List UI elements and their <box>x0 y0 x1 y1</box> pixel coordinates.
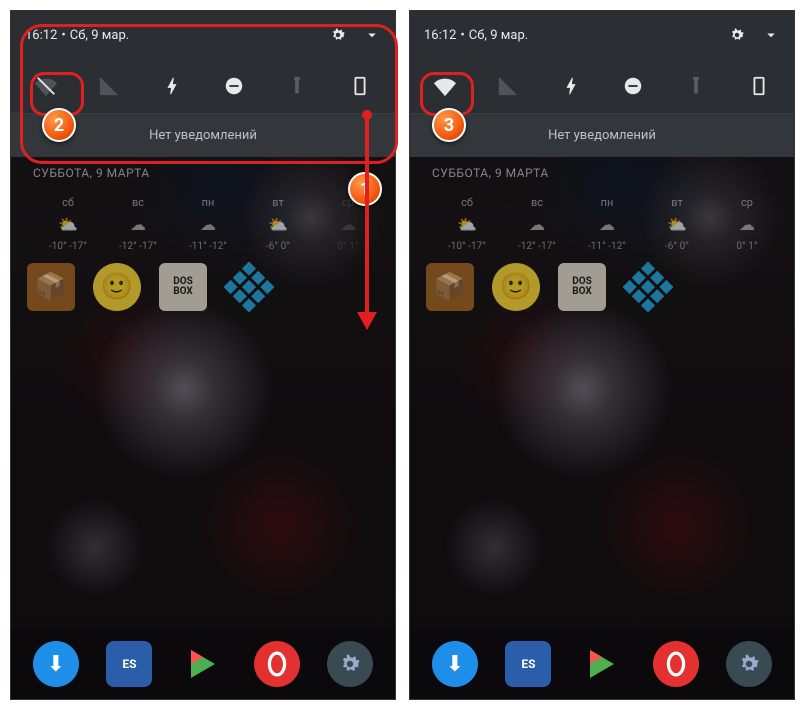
app-icon-1[interactable]: 📦 <box>426 263 474 311</box>
dock: ⬇ ES <box>11 629 395 699</box>
shade-date: Сб, 9 мар. <box>70 28 129 43</box>
home-apps-row: 📦 🙂 DOSBOX <box>426 263 672 311</box>
app-icon-dosbox[interactable]: DOSBOX <box>558 263 606 311</box>
qs-wifi-toggle[interactable] <box>431 72 459 100</box>
forecast-day: вс☁-12° -17° <box>502 196 572 253</box>
qs-dnd-toggle[interactable] <box>220 72 248 100</box>
forecast-day: сб⛅-10° -17° <box>33 196 103 253</box>
dock-downloads[interactable]: ⬇ <box>432 641 478 687</box>
notification-shade[interactable]: 16:12 • Сб, 9 мар. Нет уведомлений <box>410 11 794 157</box>
chevron-down-icon[interactable] <box>363 26 381 44</box>
quick-settings-row <box>410 59 794 113</box>
dock: ⬇ ES <box>410 629 794 699</box>
app-icon-dosbox[interactable]: DOSBOX <box>159 263 207 311</box>
qs-rotation-toggle[interactable] <box>745 72 773 100</box>
quick-settings-row <box>11 59 395 113</box>
shade-date: Сб, 9 мар. <box>469 28 528 43</box>
shade-time: 16:12 <box>25 28 57 43</box>
dock-settings[interactable] <box>327 641 373 687</box>
forecast-row: сб⛅-10° -17° вс☁-12° -17° пн☁-11° -12° в… <box>432 196 782 253</box>
gear-icon[interactable] <box>728 26 746 44</box>
home-apps-row: 📦 🙂 DOSBOX <box>27 263 273 311</box>
dock-opera[interactable] <box>653 641 699 687</box>
forecast-day: пн☁-11° -12° <box>572 196 642 253</box>
no-notifications-label: Нет уведомлений <box>11 113 395 157</box>
app-icon-1[interactable]: 📦 <box>27 263 75 311</box>
shade-sep: • <box>61 28 65 43</box>
dock-es-explorer[interactable]: ES <box>106 641 152 687</box>
shade-header: 16:12 • Сб, 9 мар. <box>410 11 794 59</box>
no-notifications-label: Нет уведомлений <box>410 113 794 157</box>
dock-es-explorer[interactable]: ES <box>505 641 551 687</box>
app-icon-tiles[interactable] <box>225 263 273 311</box>
chevron-down-icon[interactable] <box>762 26 780 44</box>
clock-date: СУББОТА, 9 МАРТА <box>432 166 782 180</box>
shade-header: 16:12 • Сб, 9 мар. <box>11 11 395 59</box>
dock-play-store[interactable] <box>579 641 625 687</box>
forecast-day: ср☁0° 1° <box>712 196 782 253</box>
qs-cellular-toggle[interactable] <box>494 72 522 100</box>
dock-settings[interactable] <box>726 641 772 687</box>
shade-time: 16:12 <box>424 28 456 43</box>
shade-sep: • <box>460 28 464 43</box>
qs-battery-saver-toggle[interactable] <box>158 72 186 100</box>
forecast-day: ср☁0° 1° <box>313 196 383 253</box>
qs-cellular-toggle[interactable] <box>95 72 123 100</box>
app-icon-smiley[interactable]: 🙂 <box>93 263 141 311</box>
notification-shade[interactable]: 16:12 • Сб, 9 мар. Нет уведомлений <box>11 11 395 157</box>
phone-right: 16:12 СУББОТА, 9 МАРТА ⛅ -2° сб⛅-10° -17… <box>409 10 795 700</box>
dock-play-store[interactable] <box>180 641 226 687</box>
forecast-day: сб⛅-10° -17° <box>432 196 502 253</box>
forecast-day: пн☁-11° -12° <box>173 196 243 253</box>
dock-downloads[interactable]: ⬇ <box>33 641 79 687</box>
forecast-row: сб⛅-10° -17° вс☁-12° -17° пн☁-11° -12° в… <box>33 196 383 253</box>
qs-flashlight-toggle[interactable] <box>682 72 710 100</box>
qs-flashlight-toggle[interactable] <box>283 72 311 100</box>
forecast-day: вт⛅-6° 0° <box>642 196 712 253</box>
qs-battery-saver-toggle[interactable] <box>557 72 585 100</box>
phone-left: 16:12 СУББОТА, 9 МАРТА ⛅ -2° сб⛅-10° -17… <box>10 10 396 700</box>
app-icon-tiles[interactable] <box>624 263 672 311</box>
app-icon-smiley[interactable]: 🙂 <box>492 263 540 311</box>
clock-date: СУББОТА, 9 МАРТА <box>33 166 383 180</box>
qs-dnd-toggle[interactable] <box>619 72 647 100</box>
forecast-day: вт⛅-6° 0° <box>243 196 313 253</box>
gear-icon[interactable] <box>329 26 347 44</box>
qs-wifi-toggle[interactable] <box>32 72 60 100</box>
dock-opera[interactable] <box>254 641 300 687</box>
forecast-day: вс☁-12° -17° <box>103 196 173 253</box>
qs-rotation-toggle[interactable] <box>346 72 374 100</box>
